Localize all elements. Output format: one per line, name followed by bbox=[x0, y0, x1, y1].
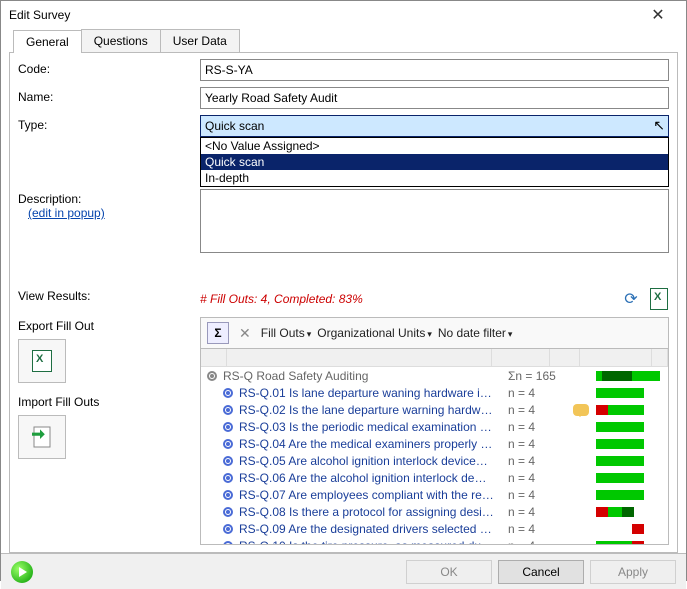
panel-general: Code: Name: Type: Quick scan ↖ <No Value… bbox=[9, 53, 678, 553]
question-n: n = 4 bbox=[508, 539, 566, 546]
question-row[interactable]: RS-Q.03 Is the periodic medical examinat… bbox=[201, 418, 668, 435]
description-label: Description: (edit in popup) bbox=[18, 189, 200, 220]
question-row[interactable]: RS-Q.06 Are the alcohol ignition interlo… bbox=[201, 469, 668, 486]
view-results-label: View Results: bbox=[18, 289, 200, 303]
question-text: RS-Q.09 Are the designated drivers selec… bbox=[239, 522, 508, 536]
question-row[interactable]: RS-Q.08 Is there a protocol for assignin… bbox=[201, 503, 668, 520]
export-fillout-button[interactable] bbox=[18, 339, 66, 383]
comment-icon[interactable] bbox=[573, 404, 589, 416]
window-title: Edit Survey bbox=[9, 8, 638, 22]
description-box[interactable] bbox=[200, 189, 669, 253]
bullet-icon bbox=[207, 371, 217, 381]
question-n: n = 4 bbox=[508, 488, 566, 502]
name-input[interactable] bbox=[200, 87, 669, 109]
bullet-icon bbox=[223, 507, 233, 517]
bullet-icon bbox=[223, 456, 233, 466]
group-row[interactable]: RS-Q Road Safety Auditing Σn = 165 bbox=[201, 367, 668, 384]
bullet-icon bbox=[223, 524, 233, 534]
question-text: RS-Q.04 Are the medical examiners proper… bbox=[239, 437, 508, 451]
type-dropdown[interactable]: Quick scan ↖ <No Value Assigned> Quick s… bbox=[200, 115, 669, 137]
question-n: n = 4 bbox=[508, 471, 566, 485]
question-n: n = 4 bbox=[508, 437, 566, 451]
question-text: RS-Q.06 Are the alcohol ignition interlo… bbox=[239, 471, 508, 485]
question-n: n = 4 bbox=[508, 505, 566, 519]
question-text: RS-Q.03 Is the periodic medical examinat… bbox=[239, 420, 508, 434]
grid-body[interactable]: RS-Q Road Safety Auditing Σn = 165 RS-Q.… bbox=[201, 367, 668, 545]
question-row[interactable]: RS-Q.10 Is the tire pressure, as measure… bbox=[201, 537, 668, 545]
type-option-none[interactable]: <No Value Assigned> bbox=[201, 138, 668, 154]
bullet-icon bbox=[223, 405, 233, 415]
question-text: RS-Q.07 Are employees compliant with the… bbox=[239, 488, 508, 502]
bullet-icon bbox=[223, 541, 233, 546]
filter-orgunits[interactable]: Organizational Units▾ bbox=[317, 326, 432, 340]
tab-general[interactable]: General bbox=[13, 30, 82, 53]
edit-in-popup-link[interactable]: (edit in popup) bbox=[28, 206, 105, 220]
sigma-button[interactable]: Σ bbox=[207, 322, 229, 344]
cursor-icon: ↖ bbox=[653, 117, 665, 134]
question-row[interactable]: RS-Q.02 Is the lane departure warning ha… bbox=[201, 401, 668, 418]
export-fillout-label: Export Fill Out bbox=[18, 319, 200, 333]
import-fillouts-button[interactable] bbox=[18, 415, 66, 459]
refresh-icon[interactable]: ⟳ bbox=[621, 289, 641, 309]
close-button[interactable]: ✕ bbox=[638, 5, 678, 25]
type-dropdown-list: <No Value Assigned> Quick scan In-depth bbox=[200, 137, 669, 187]
group-text: RS-Q Road Safety Auditing bbox=[223, 369, 508, 383]
cancel-button[interactable]: Cancel bbox=[498, 560, 584, 584]
question-text: RS-Q.02 Is the lane departure warning ha… bbox=[239, 403, 508, 417]
tab-questions[interactable]: Questions bbox=[81, 29, 161, 52]
import-icon bbox=[30, 425, 54, 449]
question-text: RS-Q.01 Is lane departure waning hardwar… bbox=[239, 386, 508, 400]
name-label: Name: bbox=[18, 87, 200, 104]
question-text: RS-Q.10 Is the tire pressure, as measure… bbox=[239, 539, 508, 546]
results-grid: RS-Q Road Safety Auditing Σn = 165 RS-Q.… bbox=[200, 349, 669, 545]
grid-header bbox=[201, 349, 668, 367]
type-label: Type: bbox=[18, 115, 200, 132]
bullet-icon bbox=[223, 490, 233, 500]
button-bar: OK Cancel Apply bbox=[1, 553, 686, 589]
fill-stats: # Fill Outs: 4, Completed: 83% bbox=[200, 292, 621, 306]
bullet-icon bbox=[223, 473, 233, 483]
ok-button[interactable]: OK bbox=[406, 560, 492, 584]
question-n: n = 4 bbox=[508, 522, 566, 536]
type-option-indepth[interactable]: In-depth bbox=[201, 170, 668, 186]
bullet-icon bbox=[223, 439, 233, 449]
question-row[interactable]: RS-Q.01 Is lane departure waning hardwar… bbox=[201, 384, 668, 401]
go-button[interactable] bbox=[11, 561, 33, 583]
question-row[interactable]: RS-Q.09 Are the designated drivers selec… bbox=[201, 520, 668, 537]
question-row[interactable]: RS-Q.05 Are alcohol ignition interlock d… bbox=[201, 452, 668, 469]
question-n: n = 4 bbox=[508, 454, 566, 468]
filter-fillouts[interactable]: Fill Outs▾ bbox=[261, 326, 312, 340]
export-excel-icon[interactable] bbox=[649, 289, 669, 309]
question-text: RS-Q.05 Are alcohol ignition interlock d… bbox=[239, 454, 508, 468]
title-bar: Edit Survey ✕ bbox=[1, 1, 686, 29]
tab-strip: General Questions User Data bbox=[9, 29, 678, 53]
bullet-icon bbox=[223, 422, 233, 432]
filter-date[interactable]: No date filter▾ bbox=[438, 326, 513, 340]
filter-bar: Σ ✕ Fill Outs▾ Organizational Units▾ No … bbox=[200, 317, 669, 349]
question-row[interactable]: RS-Q.04 Are the medical examiners proper… bbox=[201, 435, 668, 452]
apply-button[interactable]: Apply bbox=[590, 560, 676, 584]
tab-userdata[interactable]: User Data bbox=[160, 29, 240, 52]
code-label: Code: bbox=[18, 59, 200, 76]
question-n: n = 4 bbox=[508, 420, 566, 434]
question-row[interactable]: RS-Q.07 Are employees compliant with the… bbox=[201, 486, 668, 503]
question-n: n = 4 bbox=[508, 386, 566, 400]
type-selected: Quick scan bbox=[205, 119, 264, 133]
bullet-icon bbox=[223, 388, 233, 398]
type-option-quickscan[interactable]: Quick scan bbox=[201, 154, 668, 170]
import-fillouts-label: Import Fill Outs bbox=[18, 395, 200, 409]
question-text: RS-Q.08 Is there a protocol for assignin… bbox=[239, 505, 508, 519]
question-n: n = 4 bbox=[508, 403, 566, 417]
group-n: Σn = 165 bbox=[508, 369, 566, 383]
clear-filter-icon[interactable]: ✕ bbox=[235, 325, 255, 342]
code-input[interactable] bbox=[200, 59, 669, 81]
